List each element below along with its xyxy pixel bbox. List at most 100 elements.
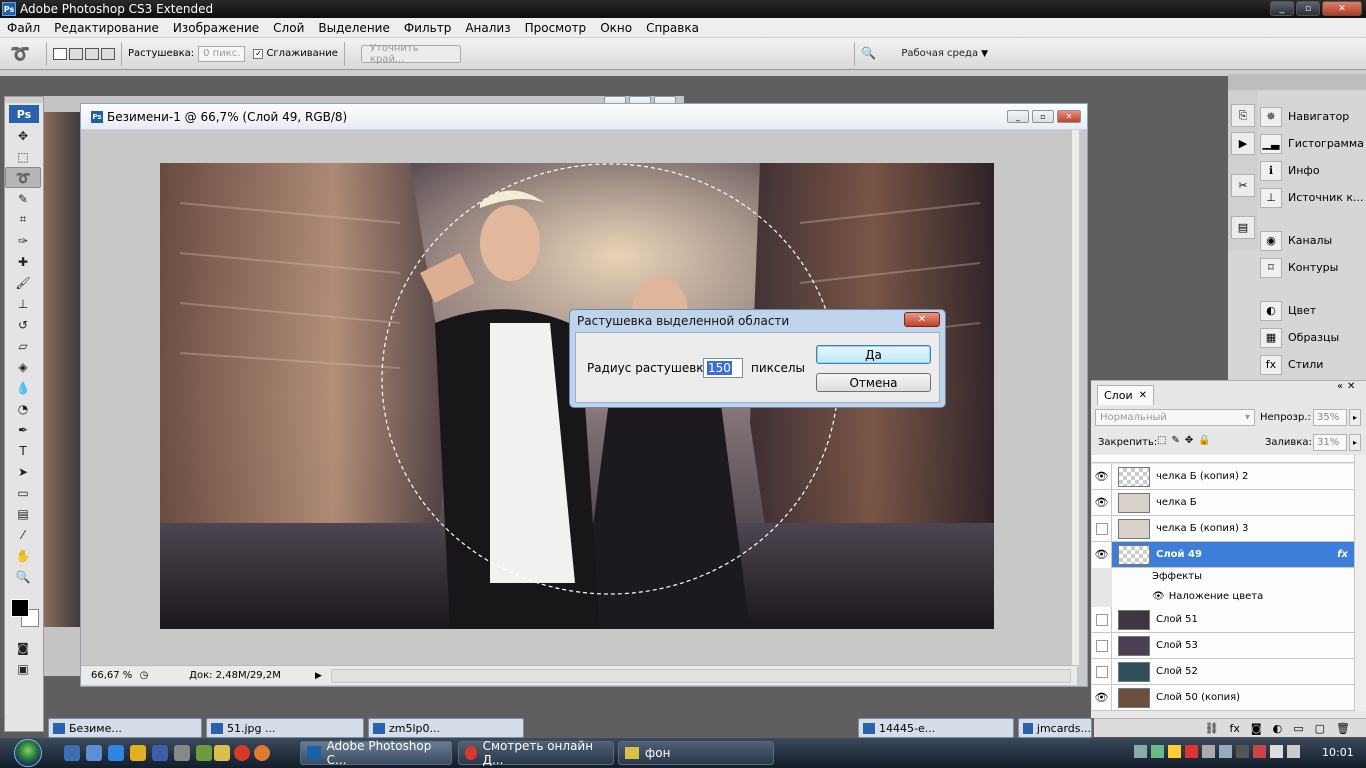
tray-icon[interactable] [1236, 745, 1249, 758]
styles-icon[interactable]: fx [1260, 354, 1282, 375]
toolbox-grip[interactable] [5, 97, 43, 103]
info-icon[interactable]: ℹ [1260, 160, 1282, 181]
menu-edit[interactable]: Редактирование [47, 21, 166, 35]
tray-icon[interactable] [1253, 745, 1266, 758]
channels-icon[interactable]: ◉ [1260, 230, 1282, 251]
taskbar-opera-button[interactable]: Смотреть онлайн Д... [458, 739, 614, 767]
menu-layer[interactable]: Слой [266, 21, 311, 35]
quicklaunch-media-icon[interactable] [130, 745, 146, 761]
quicklaunch-opera-icon[interactable] [234, 745, 250, 761]
tray-icon[interactable] [1151, 745, 1164, 758]
shape-tool-icon[interactable]: ▭ [5, 482, 41, 503]
panel-collapse-icon[interactable]: « [1337, 381, 1343, 392]
eye-icon[interactable]: 👁 [1092, 489, 1112, 516]
panel-styles[interactable]: Стили [1288, 358, 1323, 371]
panel-dock-header[interactable] [1228, 74, 1366, 90]
menu-analysis[interactable]: Анализ [458, 21, 517, 35]
panel-paths[interactable]: Контуры [1288, 261, 1338, 274]
panel-info[interactable]: Инфо [1288, 164, 1320, 177]
document-close-button[interactable]: ✕ [1057, 110, 1081, 123]
menu-image[interactable]: Изображение [166, 21, 266, 35]
add-style-icon[interactable]: fx [1230, 722, 1240, 735]
fill-arrow-icon[interactable]: ▸ [1349, 434, 1361, 451]
eyedropper-tool-icon[interactable]: ⁄ [5, 524, 41, 545]
minimized-doc[interactable]: jmcards... [1018, 718, 1092, 738]
clock[interactable]: 10:01 [1322, 746, 1354, 759]
tool-presets-icon[interactable]: ✂ [1231, 174, 1255, 197]
lock-all-icon[interactable]: 🔒 [1198, 435, 1210, 446]
healing-brush-tool-icon[interactable]: ✚ [5, 251, 41, 272]
start-button[interactable] [6, 738, 50, 768]
layers-tab-close-icon[interactable]: ✕ [1139, 390, 1147, 401]
dodge-tool-icon[interactable]: ◔ [5, 398, 41, 419]
actions-icon[interactable]: ▶ [1231, 132, 1255, 155]
maximize-button[interactable]: ▫ [1296, 1, 1320, 16]
workspace-chevron-icon[interactable]: ▼ [981, 49, 988, 59]
add-mask-icon[interactable]: ◙ [1251, 722, 1262, 735]
document-minimize-button[interactable]: _ [1007, 110, 1029, 123]
panel-swatches[interactable]: Образцы [1288, 331, 1339, 344]
minimized-doc[interactable]: 14445-e... [858, 718, 1014, 738]
eye-toggle[interactable] [1092, 606, 1112, 633]
ps-logo-icon[interactable]: Ps [9, 105, 39, 123]
screen-mode-icon[interactable]: ▣ [5, 658, 41, 679]
lasso-tool-preset-icon[interactable]: ➰ [0, 44, 40, 63]
refine-edge-button[interactable]: Уточнить край... [360, 43, 461, 65]
quicklaunch-other-icon[interactable] [254, 745, 270, 761]
layer-row[interactable]: Слой 51 [1092, 606, 1354, 633]
eye-toggle[interactable] [1092, 632, 1112, 659]
layer-row-selected[interactable]: 👁 Слой 49 fx [1092, 541, 1354, 568]
new-layer-icon[interactable]: ▢ [1315, 722, 1325, 735]
clone-source-icon[interactable]: ⊥ [1260, 187, 1282, 208]
panel-channels[interactable]: Каналы [1288, 234, 1332, 247]
layer-comps-icon[interactable]: ▤ [1231, 216, 1255, 239]
paths-icon[interactable]: ⌑ [1260, 257, 1282, 278]
fill-input[interactable]: 31% [1313, 434, 1347, 451]
volume-icon[interactable] [1287, 745, 1300, 758]
document-horizontal-scrollbar[interactable] [331, 668, 1071, 683]
status-arrow-icon[interactable]: ▶ [315, 671, 325, 681]
eye-icon[interactable]: 👁 [1092, 463, 1112, 490]
document-title-bar[interactable]: Ps Безимени-1 @ 66,7% (Слой 49, RGB/8) _… [81, 104, 1087, 130]
document-maximize-button[interactable]: ▫ [1032, 110, 1054, 123]
eye-toggle[interactable] [1092, 658, 1112, 685]
tray-icon[interactable] [1134, 745, 1147, 758]
lock-image-icon[interactable]: ✎ [1171, 435, 1179, 446]
panel-histogram[interactable]: Гистограмма [1288, 137, 1364, 150]
lock-transparency-icon[interactable]: ⬚ [1157, 435, 1166, 446]
taskbar-photoshop-button[interactable]: Adobe Photoshop C... [300, 739, 452, 767]
color-icon[interactable]: ◐ [1260, 300, 1282, 321]
quicklaunch-tool-icon[interactable] [174, 745, 190, 761]
layer-effects-icon[interactable]: fx [1337, 549, 1348, 560]
clone-stamp-tool-icon[interactable]: ⊥ [5, 293, 41, 314]
antialias-checkbox[interactable]: ✓ [253, 48, 264, 59]
layer-row[interactable]: 👁 челка Б (копия) 2 [1092, 463, 1354, 490]
feather-radius-input[interactable]: 150 [703, 358, 743, 378]
layer-row[interactable]: Слой 53 [1092, 632, 1354, 659]
taskbar-folder-button[interactable]: фон [618, 741, 774, 765]
menu-file[interactable]: Файл [0, 21, 47, 35]
lasso-tool-icon[interactable]: ➰ [5, 167, 41, 188]
histogram-icon[interactable]: ▁▃ [1260, 133, 1282, 154]
eye-icon[interactable]: 👁 [1092, 684, 1112, 711]
add-selection-icon[interactable] [69, 47, 83, 60]
hand-tool-icon[interactable]: ✋ [5, 545, 41, 566]
quick-mask-icon[interactable]: ◙ [5, 637, 41, 658]
panel-close-icon[interactable]: ✕ [1347, 381, 1355, 392]
layer-row-partial[interactable] [1092, 455, 1354, 463]
delete-layer-icon[interactable]: 🗑 [1336, 722, 1350, 735]
pen-tool-icon[interactable]: ✒ [5, 419, 41, 440]
intersect-selection-icon[interactable] [101, 47, 115, 60]
layer-row[interactable]: 👁 Слой 50 (копия) [1092, 684, 1354, 711]
effects-row[interactable]: Эффекты [1112, 568, 1354, 588]
minimized-doc[interactable]: Безиме... [48, 718, 202, 738]
close-button[interactable]: ✕ [1322, 1, 1362, 16]
layer-row[interactable]: Слой 52 [1092, 658, 1354, 685]
zoom-tool-icon[interactable]: 🔍 [5, 566, 41, 587]
network-icon[interactable] [1270, 745, 1283, 758]
quicklaunch-file-icon[interactable] [214, 745, 230, 761]
eraser-tool-icon[interactable]: ▱ [5, 335, 41, 356]
path-selection-tool-icon[interactable]: ➤ [5, 461, 41, 482]
tray-icon[interactable] [1202, 745, 1215, 758]
lock-position-icon[interactable]: ✥ [1185, 435, 1193, 446]
